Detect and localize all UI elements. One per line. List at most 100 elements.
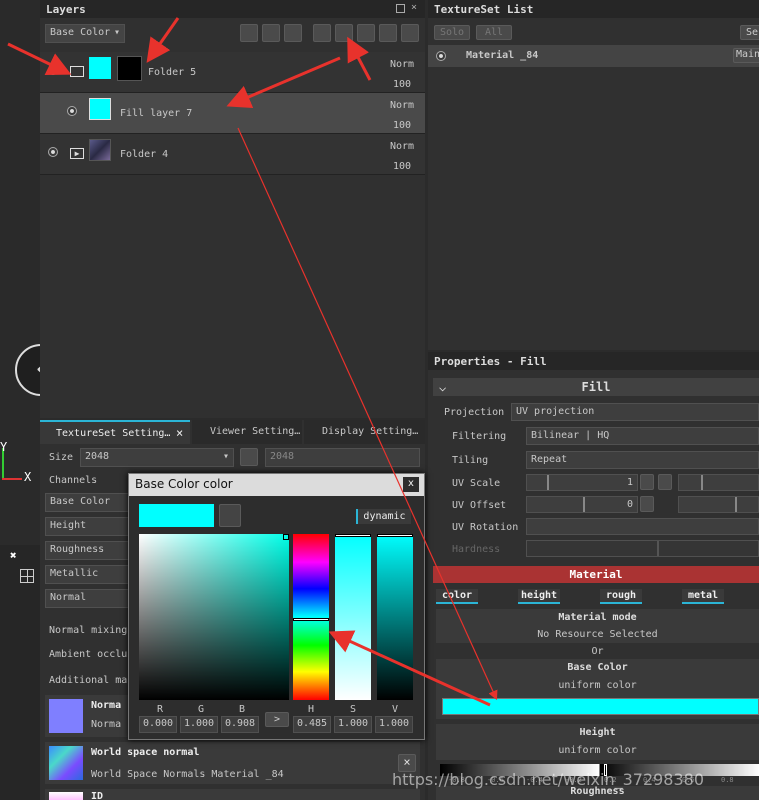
base-color-swatch[interactable] [442,698,759,715]
uv-rotation-slider[interactable] [526,518,759,535]
add-smart-material-icon[interactable] [357,24,375,42]
close-icon[interactable]: ✖ [10,549,17,562]
dynamic-toggle[interactable]: dynamic [356,509,411,524]
close-tab-icon[interactable]: × [176,426,183,440]
height-box[interactable]: Height uniform color [436,724,759,760]
visibility-icon[interactable] [48,147,58,157]
add-fill-layer-icon[interactable] [335,24,353,42]
lock-scale-icon[interactable] [658,474,672,490]
collapse-icon[interactable]: ⌵ [439,378,446,396]
map-slot-world-normal[interactable]: World space normal World Space Normals M… [45,742,420,784]
edit-icon[interactable] [640,496,654,512]
tab-textureset-settings[interactable]: TextureSet Setting… × [40,420,190,444]
size-select[interactable]: 2048 ▾ [80,448,234,467]
left-mini-panel: ✖ [0,545,40,800]
opacity-value[interactable]: 100 [393,120,411,131]
eyedropper-icon[interactable] [219,504,241,527]
layer-row[interactable]: ▶ Folder 4 Norm 100 [40,134,425,175]
s-input[interactable]: 1.000 [334,716,372,733]
dialog-close-button[interactable]: x [403,477,419,492]
layer-name: Folder 5 [148,67,197,78]
channel-select[interactable]: Base Color ▾ [45,24,125,43]
normal-map-thumbnail [49,699,83,733]
all-button[interactable]: All [476,25,512,40]
opacity-value[interactable]: 100 [393,161,411,172]
h-input[interactable]: 0.485 [293,716,331,733]
visibility-icon[interactable] [436,51,446,61]
r-input[interactable]: 0.000 [139,716,177,733]
map-world-title: World space normal [91,747,200,758]
dialog-title-bar[interactable]: Base Color color x [129,474,424,496]
axis-y-label: Y [0,440,8,454]
saturation-handle[interactable] [335,534,371,537]
sv-square[interactable] [139,534,289,700]
tab-viewer-settings[interactable]: Viewer Setting… [192,420,302,444]
chip-metal[interactable]: metal [682,589,724,604]
blend-mode[interactable]: Norm [390,100,414,111]
sv-picker-handle[interactable] [283,534,289,540]
chip-height[interactable]: height [518,589,560,604]
tiling-select[interactable]: Repeat [526,451,759,469]
add-layer-icon[interactable] [313,24,331,42]
lock-icon[interactable] [240,448,258,466]
channel-row[interactable]: Roughness [45,541,130,560]
folder-closed-icon[interactable]: ▶ [70,148,84,159]
channel-row[interactable]: Base Color [45,493,130,512]
material-row[interactable]: Material _84 Main [428,45,759,67]
saturation-slider[interactable] [335,534,371,700]
channel-row[interactable]: Metallic [45,565,130,584]
size-select-2[interactable]: 2048 [265,448,420,467]
visibility-icon[interactable] [67,106,77,116]
paint-brush-icon[interactable] [284,24,302,42]
b-input[interactable]: 0.908 [221,716,259,733]
channel-row[interactable]: Normal [45,589,130,608]
grid-icon[interactable] [20,569,34,583]
g-input[interactable]: 1.000 [180,716,218,733]
v-input[interactable]: 1.000 [375,716,413,733]
solo-button[interactable]: Solo [434,25,470,40]
blend-mode[interactable]: Norm [390,141,414,152]
uv-scale-slider-2[interactable] [678,474,759,491]
next-mode-button[interactable]: > [265,712,289,727]
add-effect-icon[interactable] [240,24,258,42]
visibility-icon[interactable] [48,65,58,75]
layer-name: Folder 4 [120,149,169,160]
main-shader-button[interactable]: Main [733,48,759,63]
value-handle[interactable] [377,534,413,537]
channel-row[interactable]: Height [45,517,130,536]
fill-section-header[interactable]: ⌵ Fill [433,378,759,396]
hardness-label: Hardness [452,544,501,555]
tab-display-settings[interactable]: Display Setting… [304,420,425,444]
projection-select[interactable]: UV projection [511,403,759,421]
no-resource-label: No Resource Selected [537,629,658,640]
uv-offset-slider-2[interactable] [678,496,759,513]
value-slider[interactable] [377,534,413,700]
close-panel-icon[interactable]: × [411,2,417,13]
hue-slider[interactable] [293,534,329,700]
hue-handle[interactable] [293,618,329,621]
delete-icon[interactable] [401,24,419,42]
folder-open-icon[interactable] [70,66,84,77]
map-slot-id[interactable]: ID [45,789,420,800]
filtering-select[interactable]: Bilinear | HQ [526,427,759,445]
settings-button[interactable]: Se [740,25,759,40]
opacity-value[interactable]: 100 [393,79,411,90]
base-color-box[interactable]: Base Color uniform color [436,659,759,719]
chip-rough[interactable]: rough [600,589,642,604]
axis-gizmo: Y X [0,440,40,490]
s-label: S [350,704,357,715]
uniform-color-label-2: uniform color [558,745,637,756]
layer-row[interactable]: Folder 5 Norm 100 [40,52,425,93]
layers-panel: Layers × Base Color ▾ Folder 5 Norm 100 F… [40,0,425,418]
edit-icon[interactable] [640,474,654,490]
material-mode-box[interactable]: Material mode No Resource Selected [436,609,759,643]
material-section-header[interactable]: Material [433,566,759,583]
add-mask-icon[interactable] [262,24,280,42]
blend-mode[interactable]: Norm [390,59,414,70]
uv-scale-slider[interactable]: 1 [526,474,638,491]
maximize-icon[interactable] [396,4,405,13]
add-folder-icon[interactable] [379,24,397,42]
uv-offset-slider[interactable]: 0 [526,496,638,513]
layer-row[interactable]: Fill layer 7 Norm 100 [40,93,425,134]
chip-color[interactable]: color [436,589,478,604]
